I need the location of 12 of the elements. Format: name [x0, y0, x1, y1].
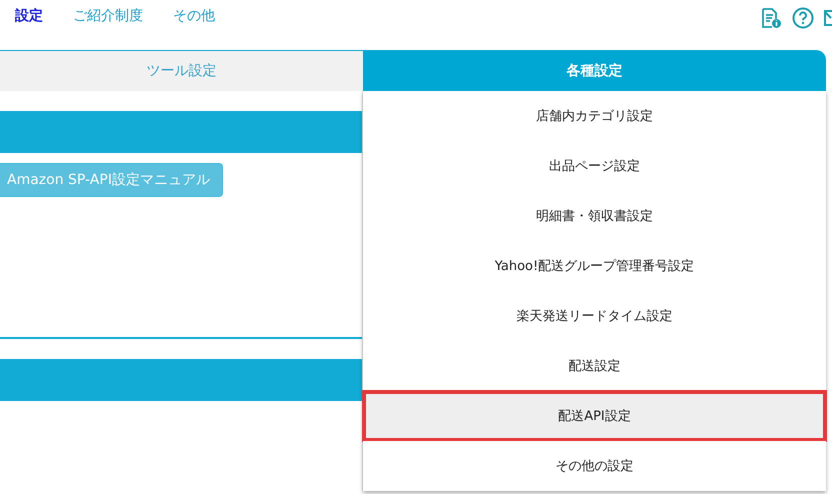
menu-item[interactable]: 配送設定	[363, 341, 826, 391]
menu-item[interactable]: その他の設定	[363, 441, 826, 491]
mail-icon[interactable]	[824, 10, 832, 26]
help-icon[interactable]	[792, 7, 814, 29]
menu-item[interactable]: 出品ページ設定	[363, 141, 826, 191]
menu-item[interactable]: 楽天発送リードタイム設定	[363, 291, 826, 341]
menu-item[interactable]: 配送API設定	[363, 391, 826, 441]
menu-item[interactable]: 店舗内カテゴリ設定	[363, 91, 826, 141]
menu-item[interactable]: Yahoo!配送グループ管理番号設定	[363, 241, 826, 291]
nav-link[interactable]: 設定	[15, 7, 43, 27]
document-info-icon[interactable]	[760, 7, 782, 29]
menu-item[interactable]: 明細書・領収書設定	[363, 191, 826, 241]
